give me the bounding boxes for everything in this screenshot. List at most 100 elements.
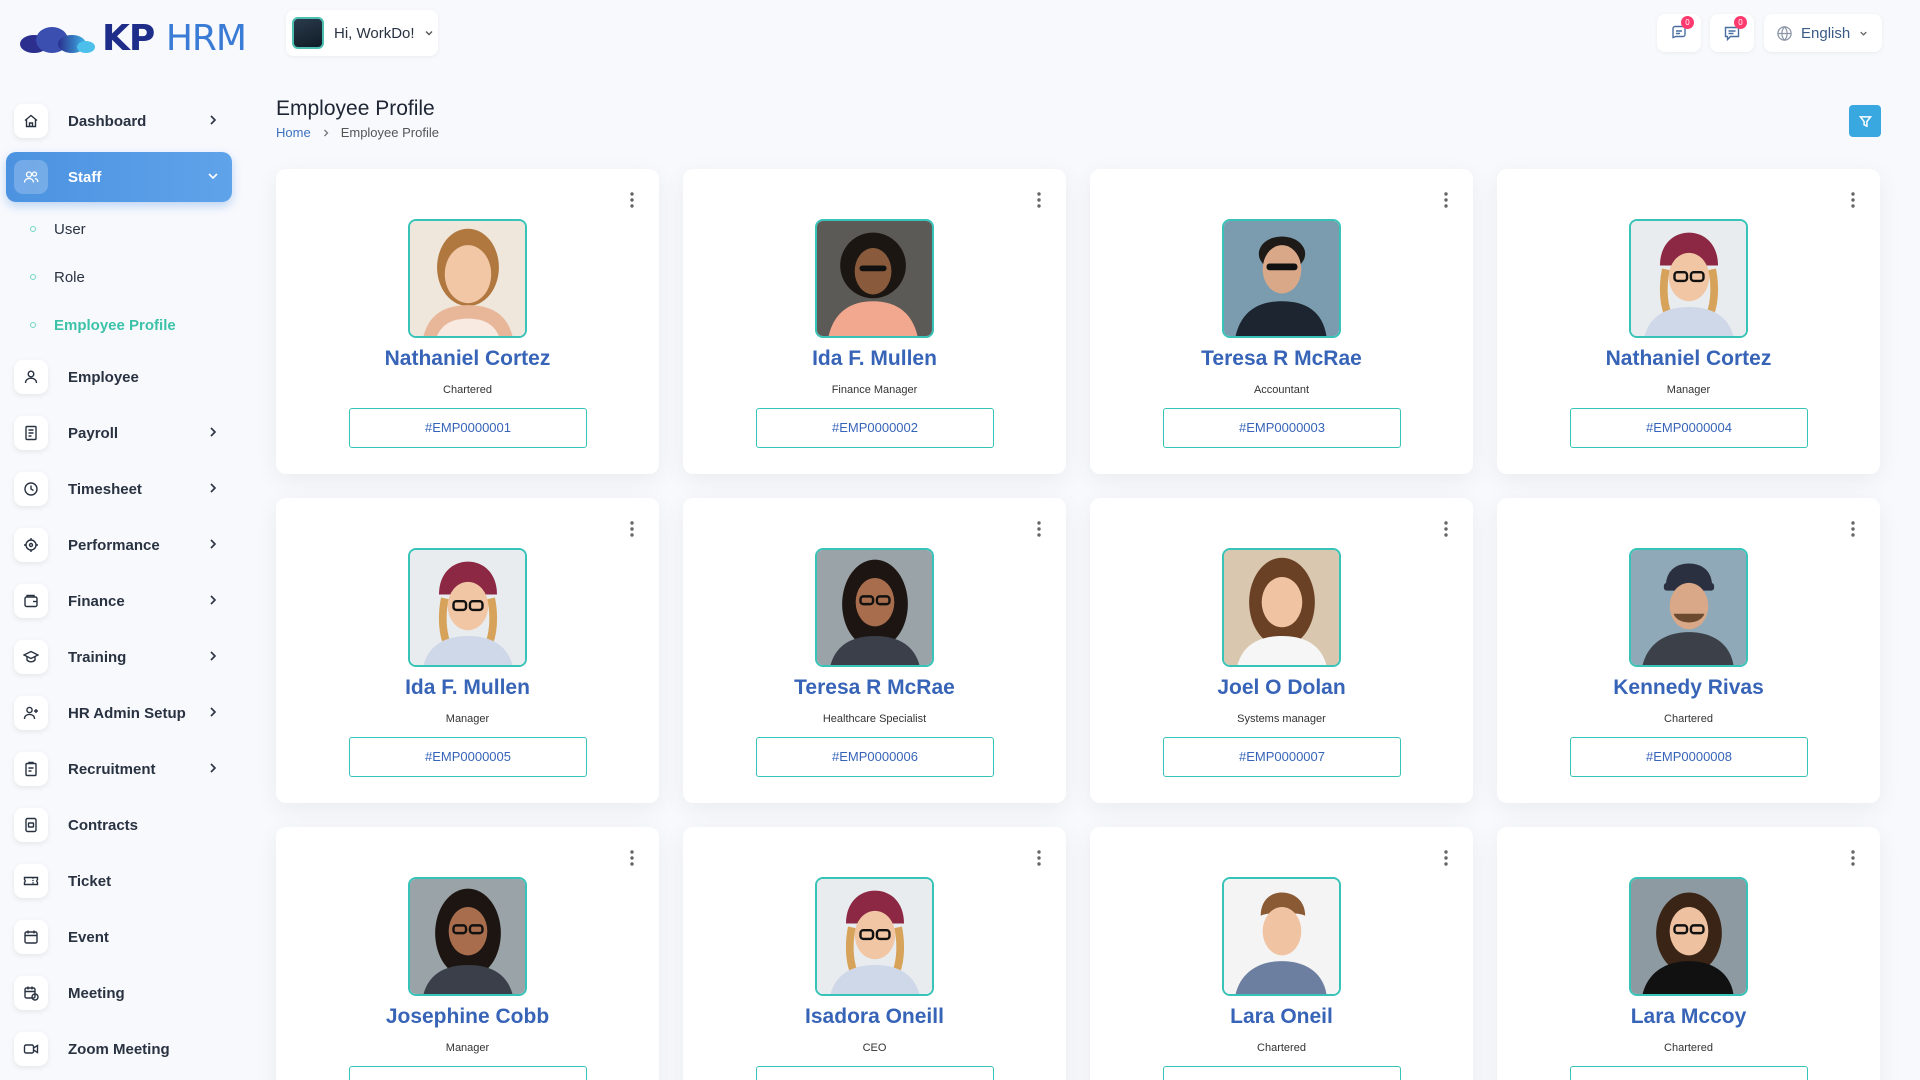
app-logo[interactable]: KP HRM [18, 18, 247, 59]
more-vertical-icon[interactable] [1850, 849, 1856, 867]
sidebar-subitem-label: Role [54, 268, 85, 286]
employee-card: Ida F. Mullen Finance Manager #EMP000000… [683, 169, 1066, 474]
sidebar-item-ticket[interactable]: Ticket [6, 856, 232, 906]
sidebar-subitem-employee-profile[interactable]: Employee Profile [6, 304, 232, 346]
employee-id-button[interactable] [1163, 1066, 1401, 1080]
sidebar-item-label: Recruitment [68, 760, 156, 778]
employee-photo[interactable] [1629, 877, 1748, 996]
employee-name[interactable]: Nathaniel Cortez [1497, 347, 1880, 371]
employee-id-button[interactable]: #EMP0000002 [756, 408, 994, 448]
more-vertical-icon[interactable] [629, 849, 635, 867]
sidebar-item-training[interactable]: Training [6, 632, 232, 682]
receipt-icon [14, 416, 48, 450]
sidebar-item-label: Payroll [68, 424, 119, 442]
sidebar-item-performance[interactable]: Performance [6, 520, 232, 570]
calendar-icon [14, 920, 48, 954]
more-vertical-icon[interactable] [1036, 849, 1042, 867]
employee-id-button[interactable]: #EMP0000007 [1163, 737, 1401, 777]
employee-card: Isadora Oneill CEO [683, 827, 1066, 1080]
employee-name[interactable]: Ida F. Mullen [276, 676, 659, 700]
employee-photo[interactable] [408, 877, 527, 996]
employee-id-button[interactable] [1570, 1066, 1808, 1080]
sidebar-item-label: Meeting [68, 984, 125, 1002]
employee-photo[interactable] [815, 877, 934, 996]
user-plus-icon [14, 696, 48, 730]
employee-photo[interactable] [1222, 548, 1341, 667]
notifications-badge: 0 [1734, 16, 1747, 29]
employee-photo[interactable] [1222, 219, 1341, 338]
employee-photo[interactable] [408, 219, 527, 338]
employee-id-button[interactable] [756, 1066, 994, 1080]
employee-name[interactable]: Teresa R McRae [683, 676, 1066, 700]
employee-id-button[interactable]: #EMP0000001 [349, 408, 587, 448]
video-icon [14, 1032, 48, 1066]
sidebar-item-label: Performance [68, 536, 160, 554]
employee-name[interactable]: Lara Mccoy [1497, 1005, 1880, 1029]
employee-name[interactable]: Josephine Cobb [276, 1005, 659, 1029]
chevron-down-icon [1860, 31, 1867, 36]
more-vertical-icon[interactable] [629, 520, 635, 538]
sidebar-item-dashboard[interactable]: Dashboard [6, 96, 232, 146]
language-select[interactable]: English [1764, 14, 1882, 52]
employee-name[interactable]: Nathaniel Cortez [276, 347, 659, 371]
employee-photo[interactable] [1222, 877, 1341, 996]
chevron-right-icon [210, 595, 217, 605]
chevron-right-icon [210, 115, 217, 125]
employee-photo[interactable] [1629, 548, 1748, 667]
more-vertical-icon[interactable] [1850, 520, 1856, 538]
messages-button[interactable]: 0 [1657, 14, 1701, 52]
sidebar-item-meeting[interactable]: Meeting [6, 968, 232, 1018]
more-vertical-icon[interactable] [629, 191, 635, 209]
sidebar-subitem-label: User [54, 220, 86, 238]
filter-button[interactable] [1849, 105, 1881, 137]
sidebar-item-label: Event [68, 928, 109, 946]
employee-name[interactable]: Teresa R McRae [1090, 347, 1473, 371]
employee-id-button[interactable]: #EMP0000008 [1570, 737, 1808, 777]
employee-card: Teresa R McRae Accountant #EMP0000003 [1090, 169, 1473, 474]
employee-name[interactable]: Isadora Oneill [683, 1005, 1066, 1029]
employee-role: Systems manager [1237, 713, 1326, 725]
sidebar-item-staff[interactable]: Staff [6, 152, 232, 202]
language-label: English [1801, 24, 1851, 42]
sidebar-subitem-user[interactable]: User [6, 208, 232, 250]
employee-name[interactable]: Ida F. Mullen [683, 347, 1066, 371]
bullet-icon [30, 226, 36, 232]
sidebar-item-employee[interactable]: Employee [6, 352, 232, 402]
more-vertical-icon[interactable] [1443, 849, 1449, 867]
employee-name[interactable]: Joel O Dolan [1090, 676, 1473, 700]
employee-photo[interactable] [1629, 219, 1748, 338]
employee-id-button[interactable]: #EMP0000003 [1163, 408, 1401, 448]
employee-id-button[interactable]: #EMP0000004 [1570, 408, 1808, 448]
employee-photo[interactable] [815, 548, 934, 667]
employee-photo[interactable] [815, 219, 934, 338]
employee-id-button[interactable] [349, 1066, 587, 1080]
employee-name[interactable]: Kennedy Rivas [1497, 676, 1880, 700]
more-vertical-icon[interactable] [1850, 191, 1856, 209]
sidebar-item-hr-admin-setup[interactable]: HR Admin Setup [6, 688, 232, 738]
contract-icon [14, 808, 48, 842]
sidebar-item-event[interactable]: Event [6, 912, 232, 962]
notifications-button[interactable]: 0 [1710, 14, 1754, 52]
sidebar-item-recruitment[interactable]: Recruitment [6, 744, 232, 794]
employee-id-button[interactable]: #EMP0000005 [349, 737, 587, 777]
employee-name[interactable]: Lara Oneil [1090, 1005, 1473, 1029]
employee-photo[interactable] [408, 548, 527, 667]
sidebar-item-zoom-meeting[interactable]: Zoom Meeting [6, 1024, 232, 1074]
sidebar-item-label: Zoom Meeting [68, 1040, 170, 1058]
more-vertical-icon[interactable] [1443, 520, 1449, 538]
sidebar-subitem-role[interactable]: Role [6, 256, 232, 298]
user-menu[interactable]: Hi, WorkDo! [286, 10, 438, 56]
sidebar-item-timesheet[interactable]: Timesheet [6, 464, 232, 514]
more-vertical-icon[interactable] [1036, 520, 1042, 538]
more-vertical-icon[interactable] [1036, 191, 1042, 209]
employee-card: Ida F. Mullen Manager #EMP0000005 [276, 498, 659, 803]
employee-id-button[interactable]: #EMP0000006 [756, 737, 994, 777]
messages-badge: 0 [1681, 16, 1694, 29]
sidebar-item-finance[interactable]: Finance [6, 576, 232, 626]
breadcrumb-home-link[interactable]: Home [276, 125, 311, 140]
user-icon [14, 360, 48, 394]
sidebar-item-payroll[interactable]: Payroll [6, 408, 232, 458]
sidebar-item-contracts[interactable]: Contracts [6, 800, 232, 850]
chevron-right-icon [210, 763, 217, 773]
more-vertical-icon[interactable] [1443, 191, 1449, 209]
